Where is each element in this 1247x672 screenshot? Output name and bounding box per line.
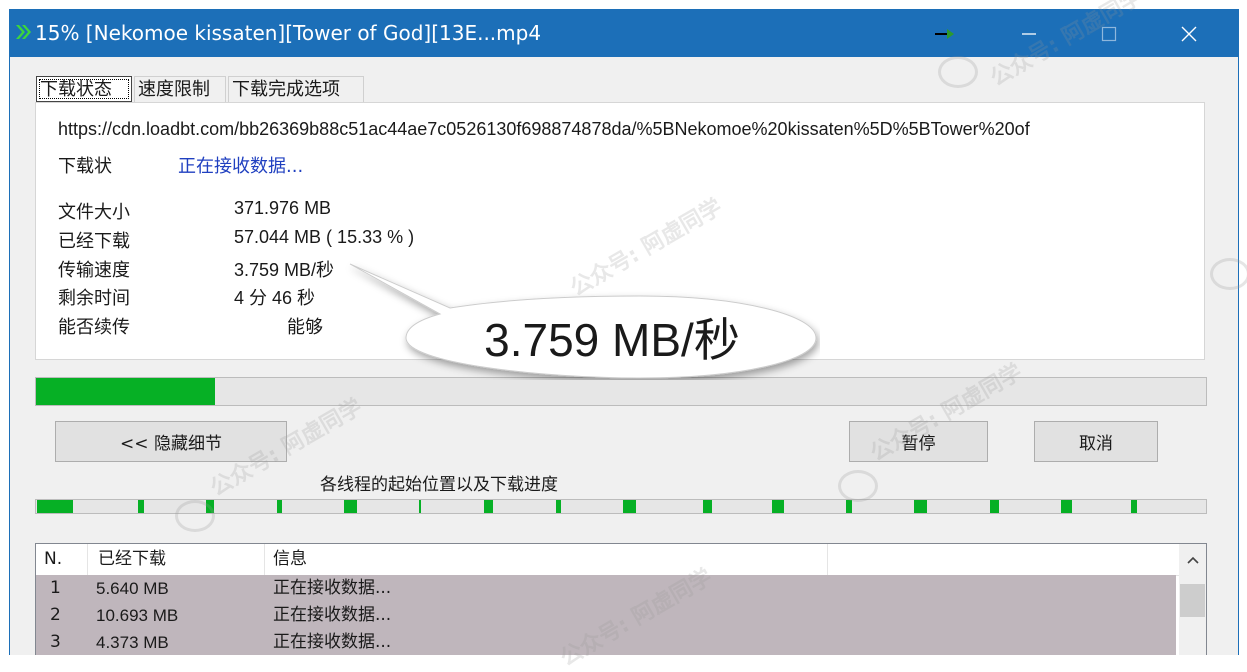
row-downloaded: 10.693 MB — [96, 606, 179, 625]
table-row[interactable]: 1 5.640 MB 正在接收数据... — [36, 575, 1176, 602]
title-bar[interactable]: 15% [Nekomoe kissaten][Tower of God][13E… — [10, 10, 1238, 57]
speed-label: 传输速度 — [58, 260, 130, 281]
thread-progress-segment — [914, 500, 927, 513]
thread-progress-segment — [37, 500, 73, 513]
arrow-icon[interactable] — [910, 10, 980, 57]
column-header-n[interactable]: N. — [36, 544, 88, 575]
thread-progress-segment — [484, 500, 493, 513]
status-value: 正在接收数据... — [178, 156, 304, 177]
thread-progress-segment — [772, 500, 784, 513]
vertical-scrollbar[interactable] — [1179, 544, 1206, 655]
tab-completion-options[interactable]: 下载完成选项 — [228, 76, 364, 102]
thread-progress-segment — [556, 500, 561, 513]
row-info: 正在接收数据... — [273, 632, 392, 652]
scroll-up-icon[interactable] — [1179, 550, 1206, 570]
hide-details-button[interactable]: << 隐藏细节 — [55, 421, 287, 462]
speed-value: 3.759 MB/秒 — [234, 260, 335, 280]
thread-progress-segment — [1131, 500, 1137, 513]
threads-label: 各线程的起始位置以及下载进度 — [320, 475, 558, 495]
row-info: 正在接收数据... — [273, 578, 392, 598]
column-header-downloaded[interactable]: 已经下载 — [88, 544, 265, 575]
column-header-info[interactable]: 信息 — [265, 544, 828, 575]
row-downloaded: 4.373 MB — [96, 633, 169, 652]
remaining-time-value: 4 分 46 秒 — [234, 288, 316, 308]
thread-progress-segment — [1061, 500, 1072, 513]
thread-progress-segment — [206, 500, 214, 513]
thread-progress-segment — [344, 500, 357, 513]
thread-progress-segment — [138, 500, 144, 513]
callout-text: 3.759 MB/秒 — [484, 314, 740, 366]
thread-progress-segment — [419, 500, 421, 513]
row-downloaded: 5.640 MB — [96, 579, 169, 598]
double-chevron-right-icon — [16, 25, 31, 39]
threads-progress-bar — [35, 499, 1207, 514]
thread-progress-segment — [990, 500, 999, 513]
maximize-button[interactable] — [1070, 10, 1148, 57]
tab-speed-limit[interactable]: 速度限制 — [134, 76, 226, 102]
pause-button[interactable]: 暂停 — [849, 421, 988, 462]
table-row[interactable]: 3 4.373 MB 正在接收数据... — [36, 629, 1176, 655]
status-label: 下载状 — [58, 156, 112, 177]
row-info: 正在接收数据... — [273, 605, 392, 625]
table-row[interactable]: 2 10.693 MB 正在接收数据... — [36, 602, 1176, 629]
thread-progress-segment — [703, 500, 712, 513]
download-url: https://cdn.loadbt.com/bb26369b88c51ac44… — [58, 119, 1030, 139]
thread-progress-segment — [623, 500, 636, 513]
downloaded-value: 57.044 MB ( 15.33 % ) — [234, 227, 415, 247]
list-header: N. 已经下载 信息 — [36, 544, 1181, 576]
progress-fill — [36, 378, 216, 405]
close-button[interactable] — [1150, 10, 1228, 57]
row-number: 3 — [50, 632, 61, 652]
minimize-button[interactable] — [990, 10, 1068, 57]
file-size-label: 文件大小 — [58, 202, 130, 223]
row-number: 2 — [50, 605, 61, 625]
remaining-time-label: 剩余时间 — [58, 288, 130, 309]
tab-download-status[interactable]: 下载状态 — [36, 76, 132, 102]
thread-progress-segment — [277, 500, 282, 513]
download-progress-bar — [35, 377, 1207, 406]
downloaded-label: 已经下载 — [58, 231, 130, 252]
resume-label: 能否续传 — [58, 317, 130, 338]
scroll-thumb[interactable] — [1180, 584, 1205, 617]
resume-value: 能够 — [287, 317, 323, 337]
speed-callout: 3.759 MB/秒 — [349, 263, 817, 379]
window-title: 15% [Nekomoe kissaten][Tower of God][13E… — [35, 21, 542, 45]
thread-progress-segment — [846, 500, 852, 513]
cancel-button[interactable]: 取消 — [1034, 421, 1158, 462]
file-size-value: 371.976 MB — [234, 198, 332, 218]
row-number: 1 — [50, 578, 61, 598]
thread-list[interactable]: N. 已经下载 信息 1 5.640 MB 正在接收数据... 2 10.693… — [35, 543, 1207, 655]
